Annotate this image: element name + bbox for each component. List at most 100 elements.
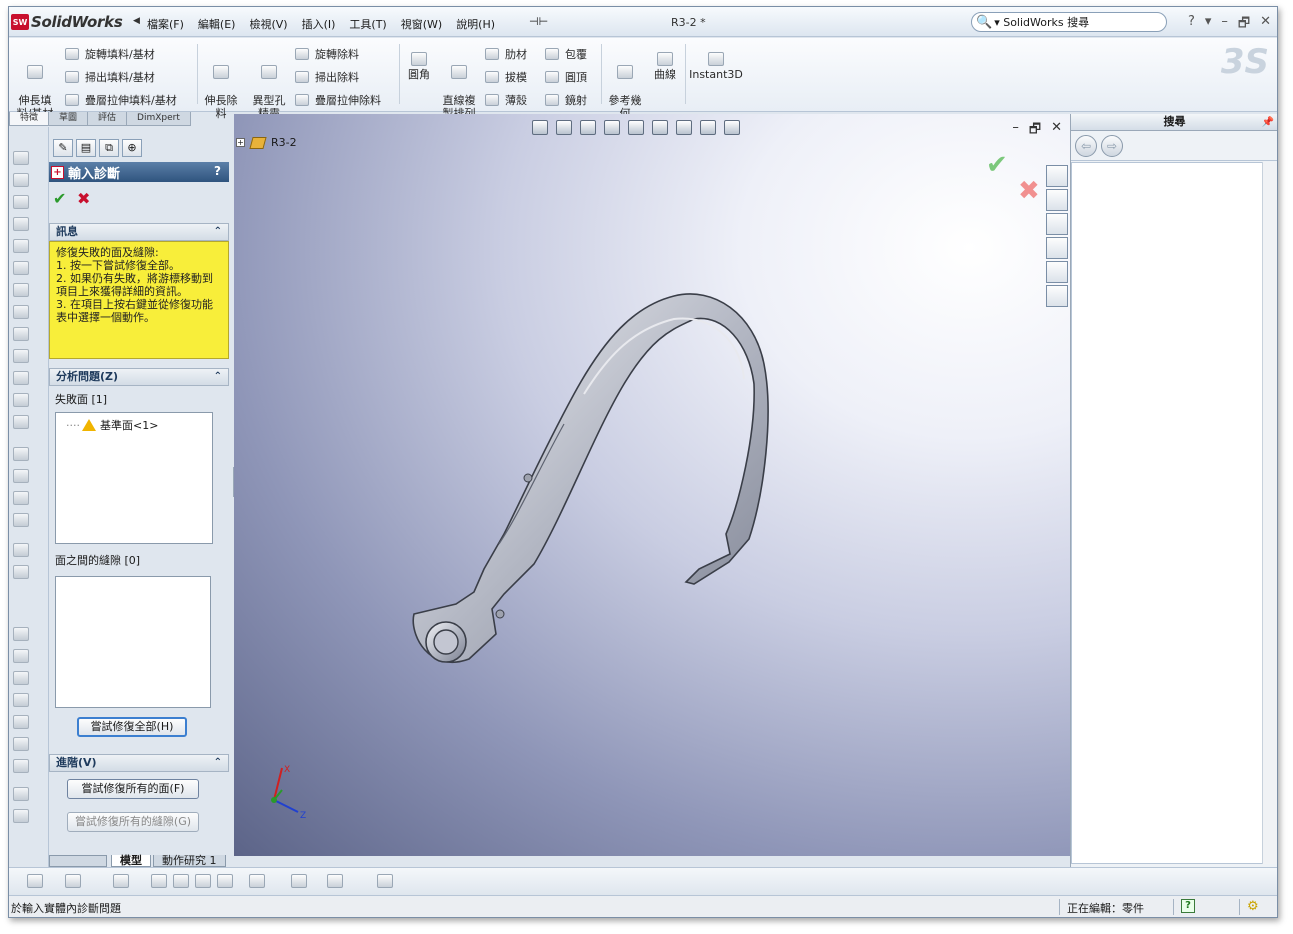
tab-sketch[interactable]: 草圖 [48,112,89,126]
extrude-cut-button[interactable]: 伸長除 料 [201,52,241,120]
search-input[interactable]: 🔍 ▾ SolidWorks 搜尋 [971,12,1167,32]
curves-button[interactable]: 曲線 [649,52,681,81]
instant3d-button[interactable]: Instant3D [689,52,743,81]
forward-button[interactable]: ⇨ [1101,134,1123,157]
fillet-tool-icon[interactable] [13,447,29,461]
list-item[interactable]: ···· 基準面<1> [66,417,158,433]
collapse-icon[interactable]: ⌃ [214,755,222,771]
feature-manager-tab-icon[interactable]: ✎ [53,139,73,157]
search-tab-icon[interactable] [1046,237,1068,259]
back-button[interactable]: ⇦ [1075,134,1097,157]
tab-features[interactable]: 特徵 [9,112,50,126]
menu-insert[interactable]: 插入(I) [302,16,336,32]
restore-button[interactable]: 🗗 [1238,14,1250,36]
cut-tool-icon[interactable] [13,239,29,253]
loft-cut-button[interactable]: 疊層拉伸除料 [295,92,381,108]
view-palette-icon[interactable] [1046,261,1068,283]
hole-wizard-icon[interactable] [217,874,233,888]
dome-button[interactable]: 圓頂 [545,69,587,85]
extrude-cut-icon[interactable] [65,874,81,888]
ok-button[interactable]: ✔ [53,189,66,208]
sweep-tool-icon[interactable] [13,195,29,209]
design-library-icon[interactable] [1046,189,1068,211]
extrude-boss-button[interactable]: 伸長填 料/基材 [13,52,57,120]
menu-help[interactable]: 說明(H) [456,16,495,32]
pin-icon[interactable]: 📌 [1262,115,1274,131]
curve-tool-icon[interactable] [13,565,29,579]
pin-menu-icon[interactable]: ⊣⊢ [529,15,548,28]
dimxpert-manager-tab-icon[interactable]: ⊕ [122,139,142,157]
draft-icon[interactable] [195,874,211,888]
loft-boss-button[interactable]: 疊層拉伸填料/基材 [65,92,177,108]
quick-tips-icon[interactable]: ? [1181,899,1195,913]
shell-button[interactable]: 薄殼 [485,92,527,108]
pattern-tool-icon[interactable] [13,491,29,505]
wrap-button[interactable]: 包覆 [545,46,587,62]
rib-button[interactable]: 肋材 [485,46,527,62]
loft-tool-icon[interactable] [13,217,29,231]
shell-icon[interactable] [173,874,189,888]
close-button[interactable]: ✕ [1260,14,1271,36]
advanced-group-header[interactable]: 進階(V) ⌃ [49,754,229,772]
menu-window[interactable]: 視窗(W) [401,16,442,32]
extrude-boss-icon[interactable] [27,874,43,888]
reference-geometry-button[interactable]: 參考幾 何 [605,52,645,120]
appearances-icon[interactable] [1046,285,1068,307]
file-explorer-icon[interactable] [1046,213,1068,235]
view-back-icon[interactable] [13,649,29,663]
fillet-icon[interactable] [113,874,129,888]
menu-file[interactable]: 檔案(F) [147,16,184,32]
gaps-list[interactable] [55,576,211,708]
linear-pattern-button[interactable]: 直線複 製排列 [437,52,481,120]
mirror-tool-icon[interactable] [13,513,29,527]
graphics-area[interactable]: + R3-2 – 🗗 ✕ ✔ ✖ X Z [234,114,1070,856]
view-right-icon[interactable] [13,693,29,707]
view-bottom-icon[interactable] [13,737,29,751]
sweep-cut-button[interactable]: 掃出除料 [295,69,359,85]
analyze-group-header[interactable]: 分析問題(Z) ⌃ [49,368,229,386]
revolve-tool-icon[interactable] [13,173,29,187]
search-results[interactable] [1071,162,1263,864]
help-icon[interactable]: ? [214,164,221,178]
menu-view[interactable]: 檢視(V) [249,16,287,32]
reference-geometry-icon[interactable] [291,874,307,888]
revolve-cut-button[interactable]: 旋轉除料 [295,46,359,62]
sweep-cut-tool-icon[interactable] [13,283,29,297]
wrap-tool-icon[interactable] [13,415,29,429]
property-manager-tab-icon[interactable]: ▤ [76,139,96,157]
view-left-icon[interactable] [13,671,29,685]
rib-tool-icon[interactable] [13,349,29,363]
help-dropdown-icon[interactable]: ▾ [1205,14,1212,36]
instant3d-icon[interactable] [377,874,393,888]
revolve-cut-tool-icon[interactable] [13,261,29,275]
shell-tool-icon[interactable] [13,327,29,341]
message-group-header[interactable]: 訊息 ⌃ [49,223,229,241]
app-logo[interactable]: SW SolidWorks [11,13,123,31]
configuration-manager-tab-icon[interactable]: ⧉ [99,139,119,157]
tab-scroll-controls[interactable] [49,855,107,867]
home-icon[interactable] [1046,165,1068,187]
collapse-icon[interactable]: ⌃ [214,224,222,240]
tab-evaluate[interactable]: 評估 [87,112,128,126]
rebuild-icon[interactable]: ⚙ [1247,899,1259,914]
loft-cut-tool-icon[interactable] [13,305,29,319]
draft-button[interactable]: 拔模 [485,69,527,85]
rib-icon[interactable] [151,874,167,888]
minimize-button[interactable]: – [1221,14,1228,36]
tab-dimxpert[interactable]: DimXpert [126,112,191,126]
sketch-tool-icon[interactable] [13,787,29,801]
revolve-boss-button[interactable]: 旋轉填料/基材 [65,46,155,62]
cancel-button[interactable]: ✖ [77,189,90,208]
tab-model[interactable]: 模型 [111,855,151,867]
faulty-faces-list[interactable]: ···· 基準面<1> [55,412,213,544]
mirror-button[interactable]: 鏡射 [545,92,587,108]
hole-wizard-button[interactable]: 異型孔 精靈 [247,52,291,120]
attempt-heal-all-button[interactable]: 嘗試修復全部(H) [77,717,187,737]
view-front-icon[interactable] [13,627,29,641]
heal-all-gaps-button[interactable]: 嘗試修復所有的縫隙(G) [67,812,199,832]
smart-dim-icon[interactable] [13,809,29,823]
sweep-boss-button[interactable]: 掃出填料/基材 [65,69,155,85]
task-pane-scrollbar[interactable] [1262,162,1277,864]
dome-tool-icon[interactable] [13,393,29,407]
fillet-button[interactable]: 圓角 [403,52,435,81]
